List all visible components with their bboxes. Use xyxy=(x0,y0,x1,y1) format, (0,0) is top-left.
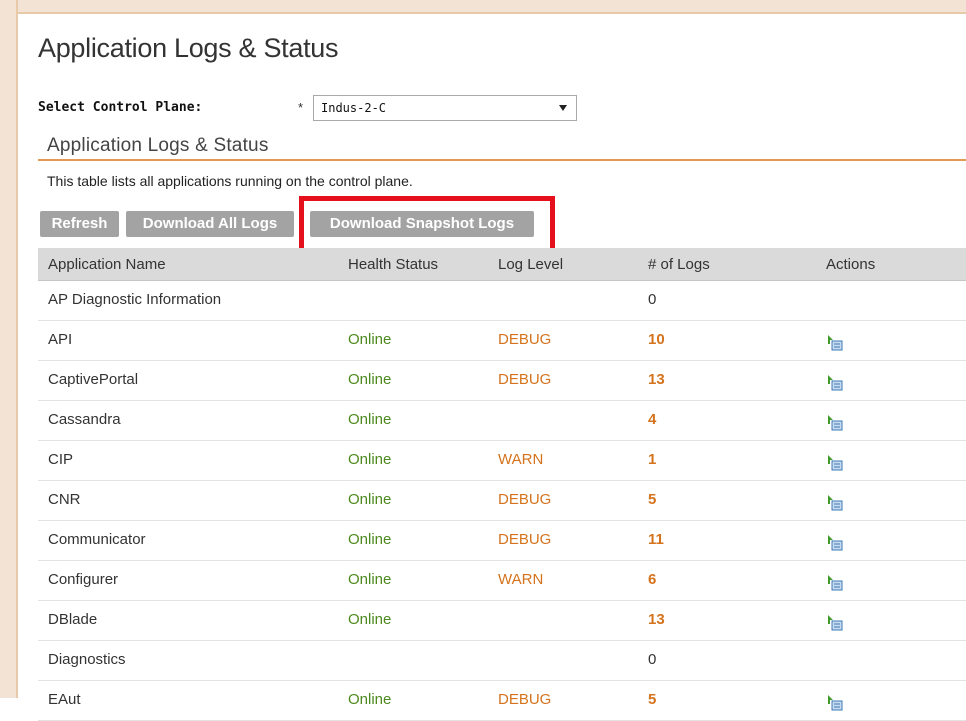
download-log-icon[interactable] xyxy=(826,454,844,472)
application-name-cell: EAut xyxy=(48,691,81,708)
num-logs-cell: 10 xyxy=(648,331,665,348)
table-row: Communicator Online DEBUG 11 xyxy=(38,520,966,561)
download-log-icon[interactable] xyxy=(826,534,844,552)
header-log-level[interactable]: Log Level xyxy=(498,256,563,273)
num-logs-cell: 0 xyxy=(648,291,657,308)
log-level-cell: DEBUG xyxy=(498,691,552,708)
application-name-cell: API xyxy=(48,331,73,348)
health-status-cell: Online xyxy=(348,571,392,588)
table-row: DBlade Online 13 xyxy=(38,600,966,641)
table-row: API Online DEBUG 10 xyxy=(38,320,966,361)
table-row: CIP Online WARN 1 xyxy=(38,440,966,481)
section-divider xyxy=(38,159,966,161)
control-plane-select[interactable]: Indus-2-C xyxy=(313,95,577,121)
table-row: Diagnostics 0 xyxy=(38,640,966,681)
num-logs-cell: 13 xyxy=(648,371,665,388)
table-row: Cassandra Online 4 xyxy=(38,400,966,441)
application-name-cell: AP Diagnostic Information xyxy=(48,291,222,308)
control-plane-label: Select Control Plane: xyxy=(38,100,203,115)
refresh-button[interactable]: Refresh xyxy=(40,211,119,237)
num-logs-cell: 6 xyxy=(648,571,657,588)
download-log-icon[interactable] xyxy=(826,494,844,512)
table-row: Configurer Online WARN 6 xyxy=(38,560,966,601)
download-log-icon[interactable] xyxy=(826,574,844,592)
health-status-cell: Online xyxy=(348,491,392,508)
application-name-cell: Communicator xyxy=(48,531,146,548)
chevron-down-icon[interactable] xyxy=(559,105,567,111)
health-status-cell: Online xyxy=(348,691,392,708)
log-level-cell: DEBUG xyxy=(498,491,552,508)
num-logs-cell: 0 xyxy=(648,651,657,668)
num-logs-cell: 5 xyxy=(648,691,657,708)
header-application-name[interactable]: Application Name xyxy=(48,256,166,273)
header-actions: Actions xyxy=(826,256,876,273)
window-top-border xyxy=(0,0,966,12)
table-header: Application Name Health Status Log Level… xyxy=(38,248,966,281)
application-name-cell: CaptivePortal xyxy=(48,371,139,388)
num-logs-cell: 1 xyxy=(648,451,657,468)
num-logs-cell: 5 xyxy=(648,491,657,508)
download-log-icon[interactable] xyxy=(826,334,844,352)
download-log-icon[interactable] xyxy=(826,414,844,432)
log-level-cell: DEBUG xyxy=(498,531,552,548)
health-status-cell: Online xyxy=(348,531,392,548)
health-status-cell: Online xyxy=(348,611,392,628)
health-status-cell: Online xyxy=(348,331,392,348)
num-logs-cell: 11 xyxy=(648,531,664,548)
log-level-cell: DEBUG xyxy=(498,331,552,348)
health-status-cell: Online xyxy=(348,411,392,428)
window-left-border xyxy=(0,0,16,698)
table-row: AP Diagnostic Information 0 xyxy=(38,280,966,321)
table-row: CNR Online DEBUG 5 xyxy=(38,480,966,521)
num-logs-cell: 4 xyxy=(648,411,657,428)
health-status-cell: Online xyxy=(348,451,392,468)
section-title: Application Logs & Status xyxy=(47,135,269,156)
log-level-cell: WARN xyxy=(498,571,544,588)
download-log-icon[interactable] xyxy=(826,374,844,392)
control-plane-value: Indus-2-C xyxy=(321,101,387,115)
application-name-cell: Diagnostics xyxy=(48,651,126,668)
top-border-line xyxy=(16,12,966,14)
application-name-cell: CIP xyxy=(48,451,74,468)
health-status-cell: Online xyxy=(348,371,392,388)
page-title: Application Logs & Status xyxy=(38,33,339,63)
application-name-cell: CNR xyxy=(48,491,81,508)
log-level-cell: DEBUG xyxy=(498,371,552,388)
application-name-cell: Configurer xyxy=(48,571,119,588)
table-description: This table lists all applications runnin… xyxy=(47,173,413,189)
header-health-status[interactable]: Health Status xyxy=(348,256,438,273)
required-marker: * xyxy=(298,100,304,115)
table-row: EAut Online DEBUG 5 xyxy=(38,680,966,721)
download-all-logs-button[interactable]: Download All Logs xyxy=(126,211,294,237)
num-logs-cell: 13 xyxy=(648,611,665,628)
download-log-icon[interactable] xyxy=(826,694,844,712)
download-log-icon[interactable] xyxy=(826,614,844,632)
log-level-cell: WARN xyxy=(498,451,544,468)
table-row: CaptivePortal Online DEBUG 13 xyxy=(38,360,966,401)
left-border-line xyxy=(16,0,18,698)
application-name-cell: DBlade xyxy=(48,611,98,628)
application-name-cell: Cassandra xyxy=(48,411,121,428)
header-num-logs[interactable]: # of Logs xyxy=(648,256,710,273)
